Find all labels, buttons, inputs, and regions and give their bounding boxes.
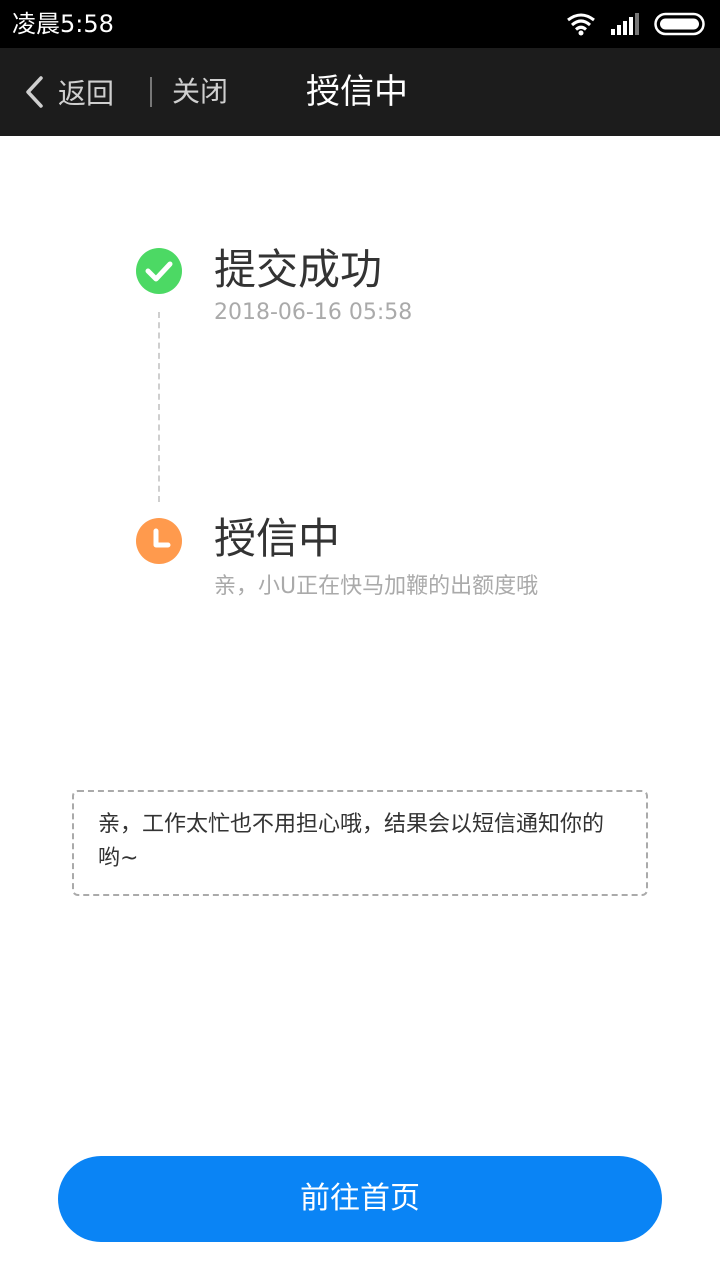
notice-text: 亲，工作太忙也不用担心哦，结果会以短信通知你的哟~: [98, 812, 605, 871]
step-title-submitted: 提交成功: [214, 245, 383, 294]
notice-box: 亲，工作太忙也不用担心哦，结果会以短信通知你的哟~: [72, 790, 648, 896]
nav-divider: [150, 77, 152, 107]
battery-icon: [654, 12, 705, 36]
go-home-button[interactable]: 前往首页: [58, 1156, 662, 1242]
check-icon: [145, 261, 173, 282]
back-label: 返回: [58, 77, 115, 110]
status-icons: [566, 10, 708, 38]
page-title: 授信中: [306, 72, 408, 112]
close-button[interactable]: 关闭: [172, 68, 228, 116]
signal-icon: [611, 13, 639, 35]
chevron-left-icon: [26, 76, 43, 108]
back-button[interactable]: 返回: [24, 68, 114, 116]
step-subtitle-submitted: 2018-06-16 05:58: [214, 300, 413, 325]
step-title-processing: 授信中: [214, 514, 341, 563]
step-success-badge: [136, 248, 182, 294]
status-bar: 凌晨5:58: [0, 0, 720, 48]
timeline-connector: [158, 312, 160, 502]
step-pending-badge: [136, 518, 182, 564]
step-subtitle-processing: 亲，小U正在快马加鞭的出额度哦: [214, 574, 539, 599]
wifi-icon: [567, 13, 595, 36]
nav-bar: 返回 关闭 授信中: [0, 48, 720, 136]
clock-icon: [153, 528, 171, 548]
status-time: 凌晨5:58: [12, 10, 114, 38]
